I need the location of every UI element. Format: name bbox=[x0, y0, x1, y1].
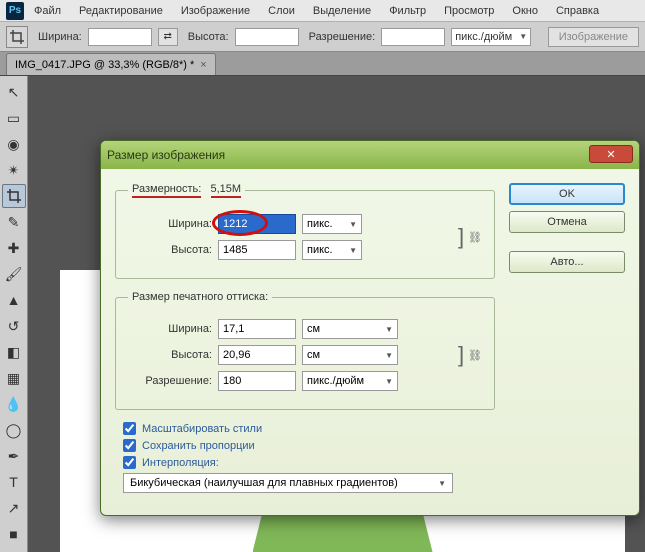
interpolation-label: Интерполяция: bbox=[142, 457, 219, 469]
print-resolution-unit-select[interactable]: пикс./дюйм▼ bbox=[302, 371, 398, 391]
brush-tool-icon[interactable]: 🖌 bbox=[2, 262, 26, 286]
menu-help[interactable]: Справка bbox=[556, 5, 599, 17]
print-height-input[interactable] bbox=[218, 345, 296, 365]
path-tool-icon[interactable]: ↗ bbox=[2, 496, 26, 520]
options-bar: Ширина: ⇄ Высота: Разрешение: пикс./дюйм… bbox=[0, 22, 645, 52]
print-height-unit-select[interactable]: см▼ bbox=[302, 345, 398, 365]
constrain-link-icon[interactable]: ⛓ bbox=[468, 349, 482, 362]
eraser-tool-icon[interactable]: ◧ bbox=[2, 340, 26, 364]
menu-edit[interactable]: Редактирование bbox=[79, 5, 163, 17]
interpolation-checkbox[interactable]: Интерполяция: bbox=[123, 456, 495, 469]
print-size-group: Размер печатного оттиска: Ширина: см▼ Вы… bbox=[115, 291, 495, 410]
move-tool-icon[interactable]: ↖ bbox=[2, 80, 26, 104]
image-size-dialog: Размер изображения ✕ Размерность: 5,15M … bbox=[100, 140, 640, 516]
menu-window[interactable]: Окно bbox=[512, 5, 538, 17]
gradient-tool-icon[interactable]: ▦ bbox=[2, 366, 26, 390]
document-tab-title: IMG_0417.JPG @ 33,3% (RGB/8*) * bbox=[15, 59, 194, 71]
menu-select[interactable]: Выделение bbox=[313, 5, 371, 17]
menu-filter[interactable]: Фильтр bbox=[389, 5, 426, 17]
auto-button[interactable]: Авто... bbox=[509, 251, 625, 273]
eyedropper-tool-icon[interactable]: ✎ bbox=[2, 210, 26, 234]
history-brush-tool-icon[interactable]: ↺ bbox=[2, 314, 26, 338]
pixel-height-unit-select[interactable]: пикс.▼ bbox=[302, 240, 362, 260]
swap-dimensions-button[interactable]: ⇄ bbox=[158, 28, 178, 46]
constrain-label: Сохранить пропорции bbox=[142, 440, 255, 452]
options-unit-select[interactable]: пикс./дюйм▼ bbox=[451, 28, 531, 46]
print-size-label: Размер печатного оттиска: bbox=[128, 291, 272, 303]
document-tab-bar: IMG_0417.JPG @ 33,3% (RGB/8*) * × bbox=[0, 52, 645, 76]
interpolation-select[interactable]: Бикубическая (наилучшая для плавных град… bbox=[123, 473, 453, 493]
cancel-button[interactable]: Отмена bbox=[509, 211, 625, 233]
print-width-unit-select[interactable]: см▼ bbox=[302, 319, 398, 339]
pixel-width-label: Ширина: bbox=[128, 218, 212, 230]
document-tab[interactable]: IMG_0417.JPG @ 33,3% (RGB/8*) * × bbox=[6, 53, 216, 75]
print-resolution-input[interactable] bbox=[218, 371, 296, 391]
constrain-check[interactable] bbox=[123, 439, 136, 452]
pixel-width-unit-select[interactable]: пикс.▼ bbox=[302, 214, 362, 234]
type-tool-icon[interactable]: T bbox=[2, 470, 26, 494]
stamp-tool-icon[interactable]: ▲ bbox=[2, 288, 26, 312]
scale-styles-check[interactable] bbox=[123, 422, 136, 435]
ok-button[interactable]: OK bbox=[509, 183, 625, 205]
marquee-tool-icon[interactable]: ▭ bbox=[2, 106, 26, 130]
app-logo: Ps bbox=[6, 2, 24, 20]
print-height-label: Высота: bbox=[128, 349, 212, 361]
lasso-tool-icon[interactable]: ◉ bbox=[2, 132, 26, 156]
dimensions-label: Размерность: bbox=[132, 183, 201, 198]
menu-view[interactable]: Просмотр bbox=[444, 5, 494, 17]
options-width-label: Ширина: bbox=[38, 31, 82, 43]
menu-image[interactable]: Изображение bbox=[181, 5, 250, 17]
interpolation-check[interactable] bbox=[123, 456, 136, 469]
link-bracket: ] bbox=[454, 342, 468, 368]
dialog-titlebar[interactable]: Размер изображения ✕ bbox=[101, 141, 639, 169]
options-resolution-label: Разрешение: bbox=[309, 31, 376, 43]
tools-panel: ↖ ▭ ◉ ✴ ✎ ✚ 🖌 ▲ ↺ ◧ ▦ 💧 ◯ ✒ T ↗ ■ bbox=[0, 76, 28, 552]
menu-layers[interactable]: Слои bbox=[268, 5, 295, 17]
pen-tool-icon[interactable]: ✒ bbox=[2, 444, 26, 468]
blur-tool-icon[interactable]: 💧 bbox=[2, 392, 26, 416]
dialog-title: Размер изображения bbox=[107, 148, 225, 162]
dodge-tool-icon[interactable]: ◯ bbox=[2, 418, 26, 442]
options-height-label: Высота: bbox=[188, 31, 229, 43]
dialog-close-button[interactable]: ✕ bbox=[589, 145, 633, 163]
shape-tool-icon[interactable]: ■ bbox=[2, 522, 26, 546]
dimensions-value: 5,15M bbox=[211, 183, 242, 198]
options-width-input[interactable] bbox=[88, 28, 152, 46]
pixel-height-label: Высота: bbox=[128, 244, 212, 256]
print-width-label: Ширина: bbox=[128, 323, 212, 335]
constrain-proportions-checkbox[interactable]: Сохранить пропорции bbox=[123, 439, 495, 452]
crop-tool-icon[interactable] bbox=[6, 26, 28, 48]
link-bracket: ] bbox=[454, 224, 468, 250]
menu-file[interactable]: Файл bbox=[34, 5, 61, 17]
pixel-width-input[interactable] bbox=[218, 214, 296, 234]
scale-styles-label: Масштабировать стили bbox=[142, 423, 262, 435]
constrain-link-icon[interactable]: ⛓ bbox=[468, 231, 482, 244]
heal-tool-icon[interactable]: ✚ bbox=[2, 236, 26, 260]
wand-tool-icon[interactable]: ✴ bbox=[2, 158, 26, 182]
pixel-height-input[interactable] bbox=[218, 240, 296, 260]
close-tab-icon[interactable]: × bbox=[200, 59, 206, 71]
pixel-dimensions-group: Размерность: 5,15M Ширина: пикс.▼ Высота… bbox=[115, 183, 495, 279]
print-width-input[interactable] bbox=[218, 319, 296, 339]
menubar: Ps Файл Редактирование Изображение Слои … bbox=[0, 0, 645, 22]
print-resolution-label: Разрешение: bbox=[128, 375, 212, 387]
options-image-button[interactable]: Изображение bbox=[548, 27, 639, 47]
crop-tool-icon[interactable] bbox=[2, 184, 26, 208]
scale-styles-checkbox[interactable]: Масштабировать стили bbox=[123, 422, 495, 435]
options-height-input[interactable] bbox=[235, 28, 299, 46]
options-resolution-input[interactable] bbox=[381, 28, 445, 46]
